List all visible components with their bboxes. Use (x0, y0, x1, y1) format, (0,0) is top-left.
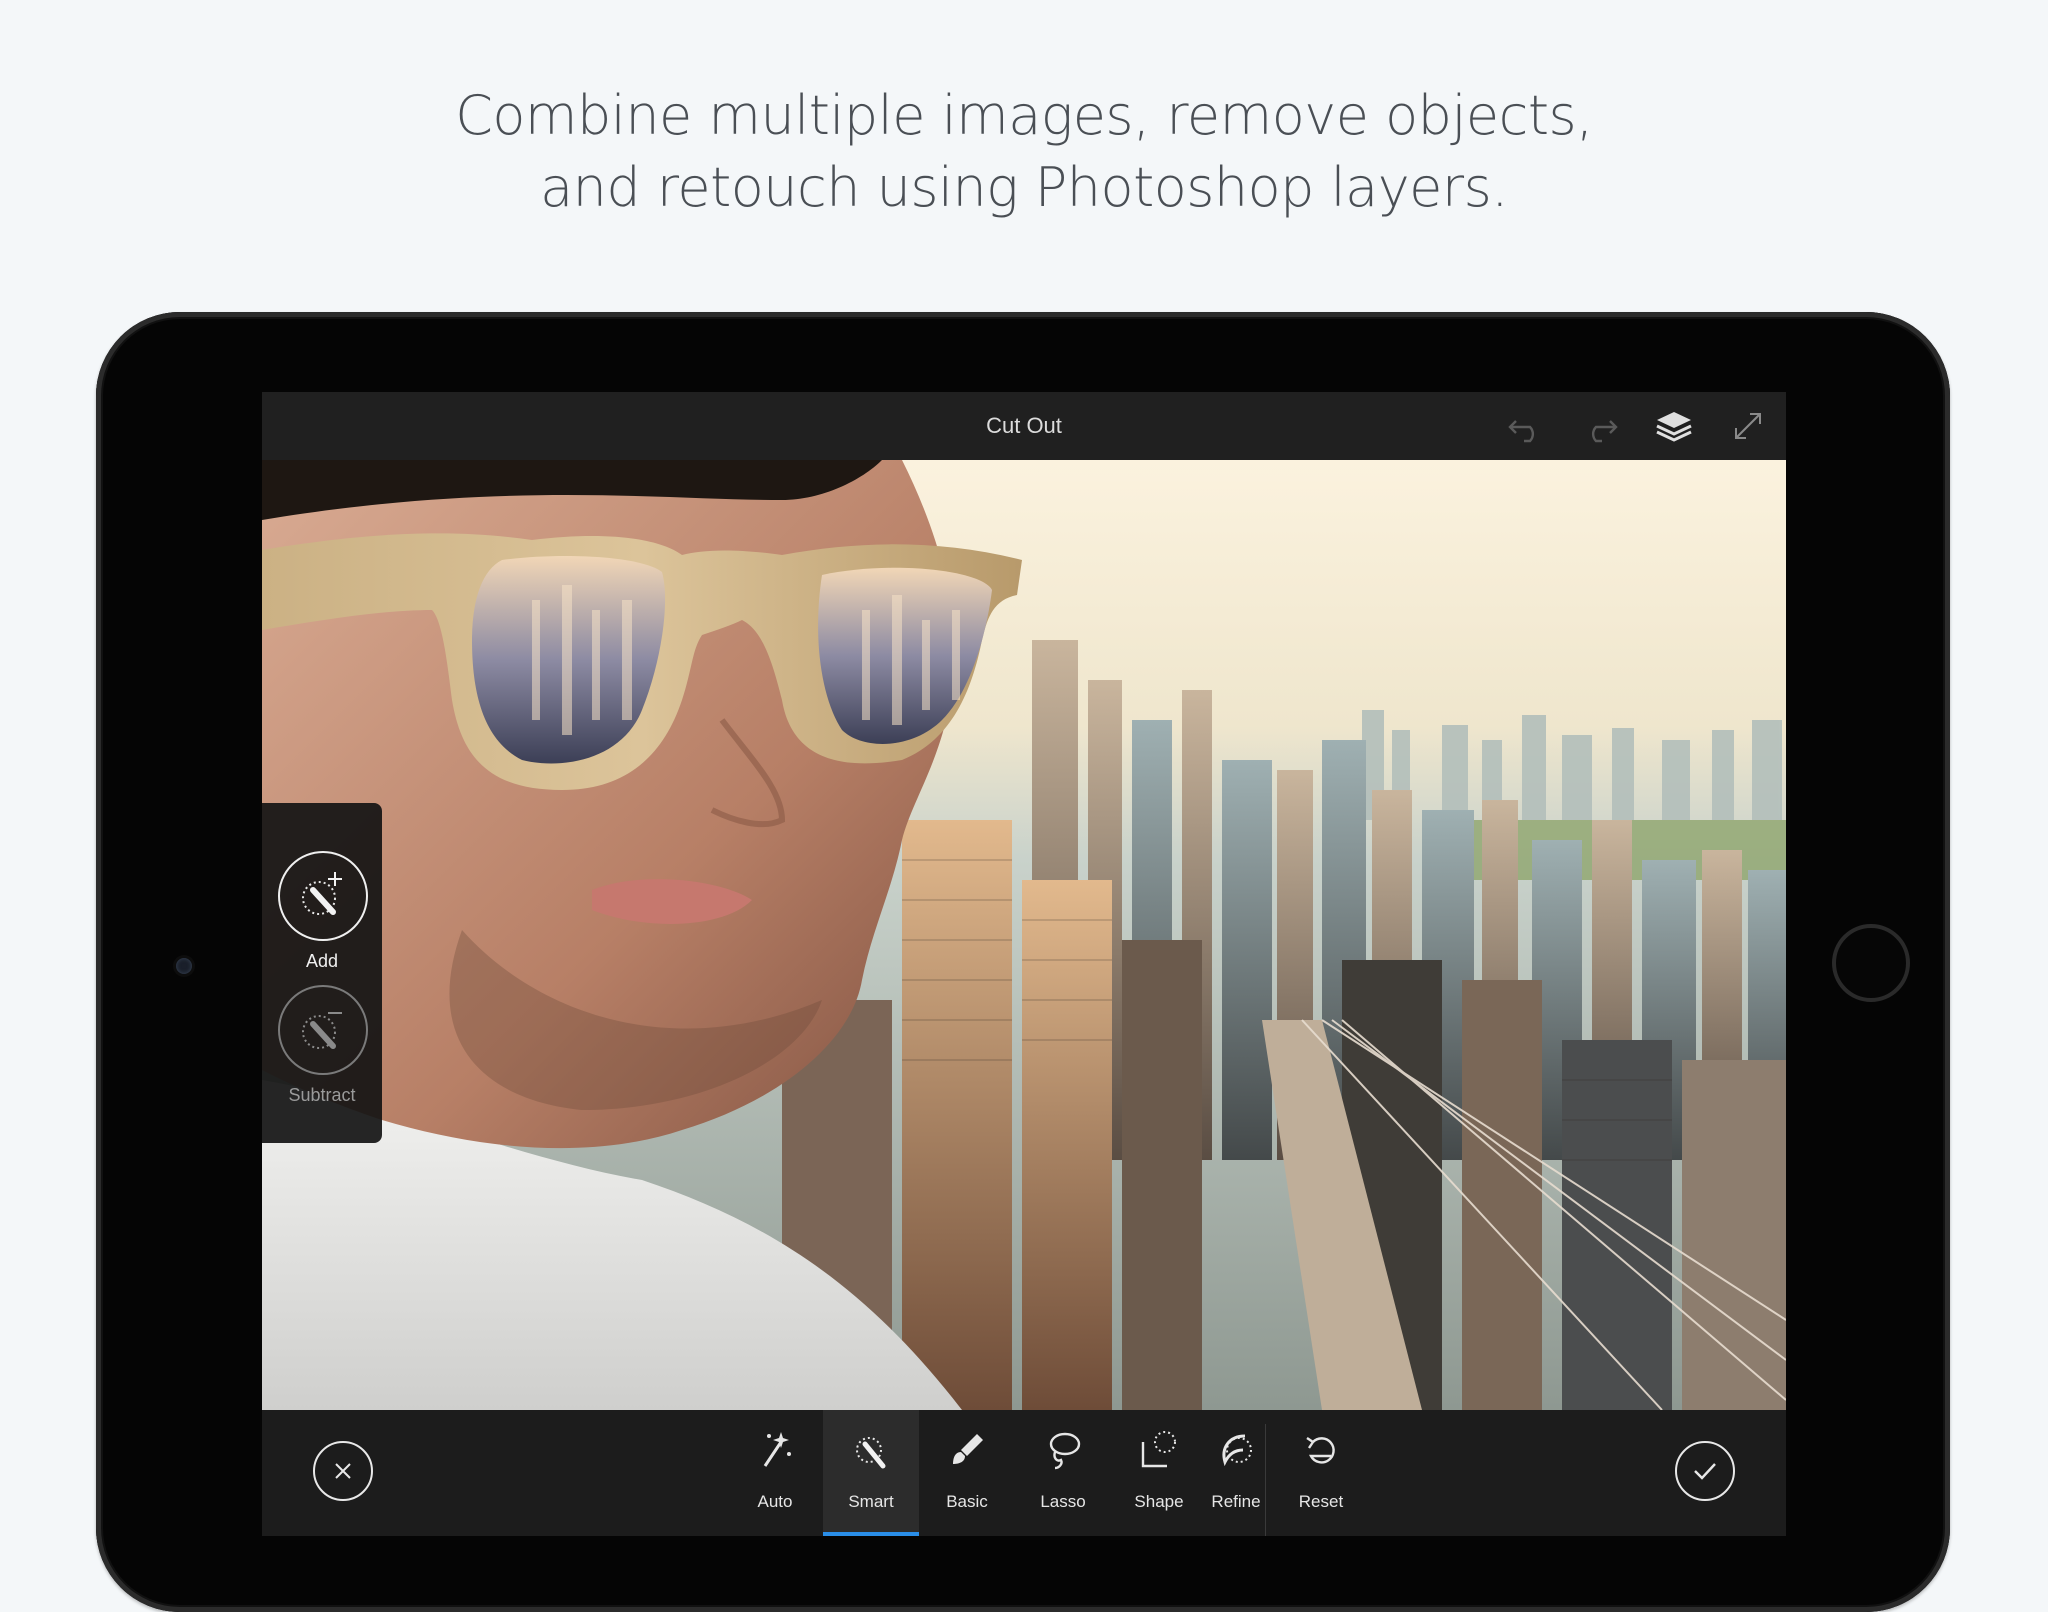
subtract-selection-button[interactable] (278, 985, 368, 1075)
reset-button[interactable]: Reset (1273, 1410, 1369, 1536)
selection-mode-panel: Add Subtract (262, 803, 382, 1143)
toolbar-divider (1265, 1424, 1266, 1536)
tab-shape[interactable]: Shape (1111, 1410, 1207, 1536)
home-button[interactable] (1832, 924, 1910, 1002)
reset-icon (1301, 1428, 1341, 1472)
lasso-icon (1043, 1428, 1083, 1472)
cancel-button[interactable] (313, 1441, 373, 1501)
expand-icon[interactable] (1728, 408, 1768, 444)
headline-line-2: and retouch using Photoshop layers. (540, 156, 1508, 219)
redo-icon[interactable] (1580, 408, 1620, 444)
headline-line-1: Combine multiple images, remove objects, (455, 84, 1593, 147)
front-camera (176, 958, 192, 974)
tab-refine-label: Refine (1211, 1492, 1261, 1511)
tab-smart-label: Smart (848, 1492, 894, 1511)
tab-basic[interactable]: Basic (919, 1410, 1015, 1536)
layers-icon[interactable] (1654, 408, 1694, 444)
top-bar: Cut Out (262, 392, 1786, 460)
confirm-button[interactable] (1675, 1441, 1735, 1501)
tab-auto[interactable]: Auto (727, 1410, 823, 1536)
tab-auto-label: Auto (757, 1492, 793, 1511)
tab-refine[interactable]: Refine (1207, 1410, 1265, 1536)
undo-icon[interactable] (1506, 408, 1546, 444)
tab-lasso-label: Lasso (1040, 1492, 1086, 1511)
active-tab-indicator (823, 1532, 919, 1536)
bottom-toolbar: Auto Smart Basic Lasso Shape Refine Rese… (262, 1410, 1786, 1536)
marketing-headline: Combine multiple images, remove objects,… (0, 80, 2048, 224)
brush-icon (947, 1428, 987, 1472)
reset-label: Reset (1298, 1492, 1344, 1511)
screen-title: Cut Out (986, 413, 1062, 438)
close-icon (335, 1463, 351, 1479)
checkmark-icon (1694, 1463, 1716, 1480)
magic-wand-icon (755, 1428, 795, 1472)
smart-select-icon (851, 1428, 891, 1472)
tab-lasso[interactable]: Lasso (1015, 1410, 1111, 1536)
tab-basic-label: Basic (946, 1492, 988, 1511)
tab-smart[interactable]: Smart (823, 1410, 919, 1536)
image-canvas[interactable]: Add Subtract (262, 460, 1786, 1410)
magic-wand-subtract-icon (302, 1012, 342, 1049)
add-label: Add (305, 951, 339, 971)
app-screen: Cut Out Add Subtract Auto Smart Basic La… (262, 392, 1786, 1536)
shape-select-icon (1139, 1428, 1179, 1472)
portrait-image (262, 460, 1022, 1410)
add-selection-button[interactable] (278, 851, 368, 941)
refine-icon (1215, 1428, 1255, 1472)
magic-wand-add-icon (302, 872, 342, 915)
subtract-label: Subtract (288, 1085, 356, 1105)
